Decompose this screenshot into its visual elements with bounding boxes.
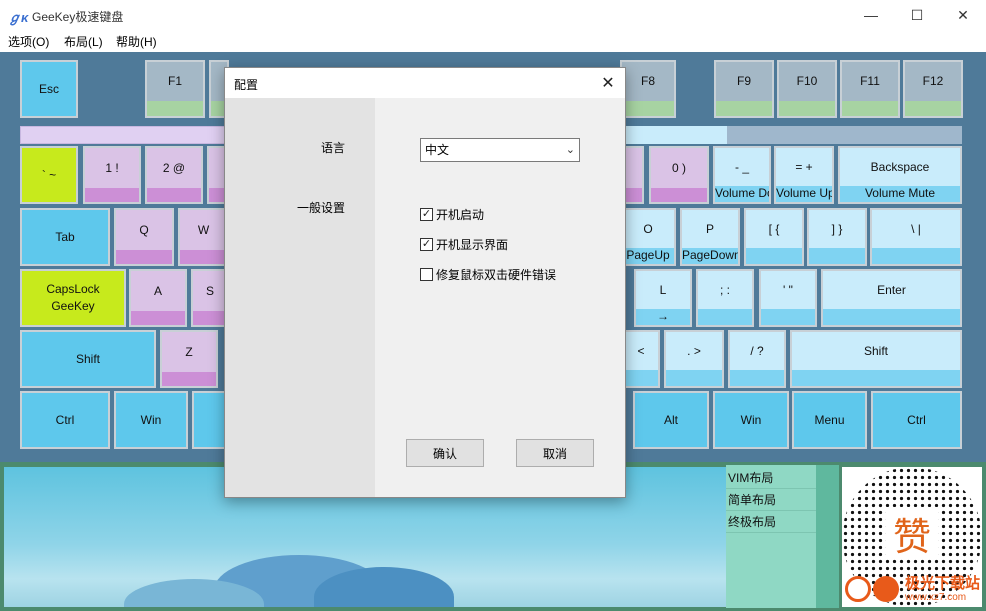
language-label: 语言 xyxy=(321,141,346,155)
maximize-button[interactable]: ☐ xyxy=(894,0,940,30)
title-bar: ℊκ GeeKey极速键盘 — ☐ ✕ xyxy=(0,0,986,30)
checkbox-unchecked-icon[interactable] xyxy=(420,268,433,281)
language-select-value: 中文 xyxy=(425,143,450,157)
config-dialog: 配置 ✕ 语言 一般设置 中文 ⌄ ✓ 开机启动 ✓ 开机显示界面 修复鼠标双击… xyxy=(224,67,626,498)
menu-layout[interactable]: 布局(L) xyxy=(64,33,103,50)
key-z[interactable]: Z xyxy=(160,330,218,388)
ok-button[interactable]: 确认 xyxy=(406,439,484,467)
key-period[interactable]: . > xyxy=(664,330,724,388)
key-l[interactable]: L → xyxy=(634,269,692,327)
key-f12[interactable]: F12 xyxy=(903,60,963,118)
layer-strip-end xyxy=(727,126,962,144)
key-slash[interactable]: / ? xyxy=(728,330,786,388)
dialog-title: 配置 xyxy=(234,78,259,92)
close-window-button[interactable]: ✕ xyxy=(940,0,986,30)
dialog-close-icon[interactable]: ✕ xyxy=(597,72,619,94)
key-menu[interactable]: Menu xyxy=(792,391,867,449)
key-backslash[interactable]: \ | xyxy=(870,208,962,266)
checkbox-checked-icon[interactable]: ✓ xyxy=(420,208,433,221)
option-show-ui[interactable]: ✓ 开机显示界面 xyxy=(420,236,508,253)
key-comma[interactable]: < xyxy=(622,330,660,388)
key-p[interactable]: P PageDown xyxy=(680,208,740,266)
key-backtick[interactable]: ` ~ xyxy=(20,146,78,204)
layout-item-ultimate[interactable]: 终极布局 xyxy=(726,511,816,533)
key-right-bracket[interactable]: ] } xyxy=(807,208,867,266)
dialog-sidebar xyxy=(225,98,375,497)
menu-bar: 选项(O) 布局(L) 帮助(H) xyxy=(0,30,986,50)
option-autostart[interactable]: ✓ 开机启动 xyxy=(420,206,484,223)
key-equals[interactable]: = + Volume Up xyxy=(774,146,834,204)
key-f10[interactable]: F10 xyxy=(777,60,837,118)
layout-item-vim[interactable]: VIM布局 xyxy=(726,467,816,489)
cancel-button[interactable]: 取消 xyxy=(516,439,594,467)
layout-list: VIM布局 简单布局 终极布局 xyxy=(726,465,839,608)
key-enter[interactable]: Enter xyxy=(821,269,962,327)
key-minus[interactable]: - _Volume Down xyxy=(713,146,771,204)
chevron-down-icon: ⌄ xyxy=(565,144,575,156)
watermark-icon-2 xyxy=(873,576,899,602)
layer-strip-light xyxy=(624,126,727,144)
key-f11[interactable]: F11 xyxy=(840,60,900,118)
app-logo-icon: ℊκ xyxy=(8,10,29,25)
key-quote[interactable]: ' " xyxy=(759,269,817,327)
option-fix-double-click-label: 修复鼠标双击硬件错误 xyxy=(436,268,557,282)
key-2[interactable]: 2 @ xyxy=(145,146,203,204)
key-o[interactable]: O PageUp xyxy=(620,208,676,266)
key-right-shift[interactable]: Shift xyxy=(790,330,962,388)
qr-center-char: 赞 xyxy=(886,507,938,559)
key-1[interactable]: 1 ! xyxy=(83,146,141,204)
key-backspace[interactable]: Backspace Volume Mute xyxy=(838,146,962,204)
option-autostart-label: 开机启动 xyxy=(436,208,485,222)
menu-help[interactable]: 帮助(H) xyxy=(116,33,157,50)
window-title: GeeKey极速键盘 xyxy=(32,10,124,24)
layout-item-simple[interactable]: 简单布局 xyxy=(726,489,816,511)
key-a[interactable]: A xyxy=(129,269,187,327)
language-select[interactable]: 中文 ⌄ xyxy=(420,138,580,162)
dialog-title-bar: 配置 ✕ xyxy=(225,68,625,98)
watermark-text: 极光下载站 xyxy=(905,575,981,592)
option-fix-double-click[interactable]: 修复鼠标双击硬件错误 xyxy=(420,266,556,283)
key-f9[interactable]: F9 xyxy=(714,60,774,118)
key-tab[interactable]: Tab xyxy=(20,208,110,266)
key-capslock[interactable]: CapsLock GeeKey xyxy=(20,269,126,327)
key-semicolon[interactable]: ; : xyxy=(696,269,754,327)
key-right-ctrl[interactable]: Ctrl xyxy=(871,391,962,449)
key-esc[interactable]: Esc xyxy=(20,60,78,118)
checkbox-checked-icon[interactable]: ✓ xyxy=(420,238,433,251)
key-q[interactable]: Q xyxy=(114,208,174,266)
watermark-url: www.xz7.com xyxy=(905,592,967,603)
key-left-win[interactable]: Win xyxy=(114,391,188,449)
minimize-button[interactable]: — xyxy=(848,0,894,30)
key-f1[interactable]: F1 xyxy=(145,60,205,118)
general-settings-label: 一般设置 xyxy=(297,201,346,215)
menu-options[interactable]: 选项(O) xyxy=(8,33,49,50)
watermark: 极光下载站 www.xz7.com xyxy=(845,570,985,610)
key-f8[interactable]: F8 xyxy=(620,60,676,118)
key-left-ctrl[interactable]: Ctrl xyxy=(20,391,110,449)
key-0[interactable]: 0 ) xyxy=(649,146,709,204)
option-show-ui-label: 开机显示界面 xyxy=(436,238,509,252)
key-left-shift[interactable]: Shift xyxy=(20,330,156,388)
key-w[interactable]: W xyxy=(178,208,229,266)
key-left-bracket[interactable]: [ { xyxy=(744,208,804,266)
key-right-win[interactable]: Win xyxy=(713,391,789,449)
key-right-alt[interactable]: Alt xyxy=(633,391,709,449)
watermark-icon xyxy=(845,576,871,602)
layout-list-scroll[interactable] xyxy=(816,465,839,608)
